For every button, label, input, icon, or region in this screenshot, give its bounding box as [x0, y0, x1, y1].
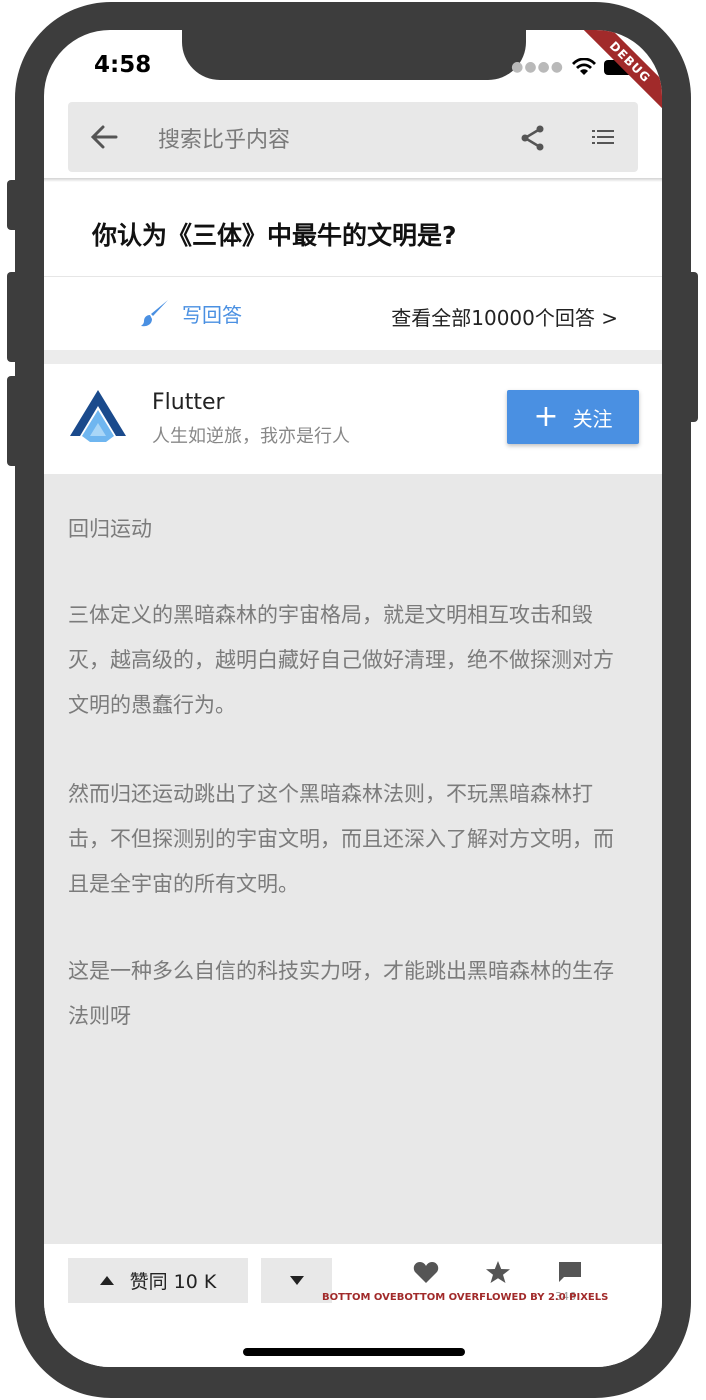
paragraph: 三体定义的黑暗森林的宇宙格局，就是文明相互攻击和毁灭，越高级的，越明白藏好自己做…	[68, 603, 614, 717]
volume-down-button	[7, 376, 17, 466]
follow-label: 关注	[572, 406, 613, 431]
heart-icon[interactable]	[413, 1260, 439, 1284]
paragraph: 然而归还运动跳出了这个黑暗森林法则，不玩黑暗森林打击，不但探测别的宇宙文明，而且…	[68, 782, 614, 896]
search-input[interactable]: 搜索比乎内容	[158, 122, 290, 154]
answer-content: 回归运动 三体定义的黑暗森林的宇宙格局，就是文明相互攻击和毁灭，越高级的，越明白…	[44, 474, 662, 1244]
list-icon[interactable]	[592, 128, 614, 146]
plus-icon: +	[533, 399, 559, 434]
author-name[interactable]: Flutter	[152, 390, 225, 415]
mute-switch	[7, 180, 17, 230]
paragraph: 这是一种多么自信的科技实力呀，才能跳出黑暗森林的生存法则呀	[68, 959, 614, 1028]
notch	[182, 30, 526, 80]
status-time: 4:58	[94, 52, 152, 78]
star-icon[interactable]	[485, 1260, 511, 1284]
phone-screen: 4:58 ●●●● DEBUG 搜索比乎内容 你认为《三体》中最牛的文明是? 写…	[44, 30, 662, 1367]
view-all-answers-link[interactable]: 查看全部10000个回答 >	[391, 302, 618, 331]
comment-icon[interactable]	[557, 1260, 583, 1284]
section-separator	[44, 350, 662, 364]
wifi-icon	[572, 58, 596, 75]
author-bio: 人生如逆旅，我亦是行人	[152, 426, 350, 447]
divider	[44, 276, 662, 277]
flutter-logo-icon	[70, 390, 126, 442]
signal-icon: ●●●●	[511, 59, 564, 75]
brush-icon	[141, 300, 168, 327]
app-bar-shadow	[44, 178, 662, 182]
follow-button[interactable]: + 关注	[507, 390, 639, 444]
home-indicator[interactable]	[243, 1348, 465, 1356]
author-card: Flutter 人生如逆旅，我亦是行人 + 关注	[44, 364, 662, 474]
triangle-up-icon	[99, 1276, 114, 1285]
overflow-warning: BOTTOM OVEBOTTOM OVERFLOWED BY 2.0 PIXEL…	[322, 1292, 609, 1303]
triangle-down-icon	[289, 1276, 304, 1285]
share-icon[interactable]	[520, 124, 546, 152]
write-answer-button[interactable]: 写回答	[140, 298, 242, 328]
upvote-label: 赞同 10 K	[129, 1271, 217, 1293]
paragraph: 回归运动	[68, 517, 152, 541]
back-arrow-icon[interactable]	[90, 121, 118, 153]
search-bar[interactable]: 搜索比乎内容	[68, 102, 638, 172]
write-answer-label: 写回答	[182, 302, 242, 327]
power-button	[688, 272, 698, 422]
upvote-button[interactable]: 赞同 10 K	[68, 1258, 248, 1303]
volume-up-button	[7, 272, 17, 362]
question-title: 你认为《三体》中最牛的文明是?	[92, 221, 457, 250]
